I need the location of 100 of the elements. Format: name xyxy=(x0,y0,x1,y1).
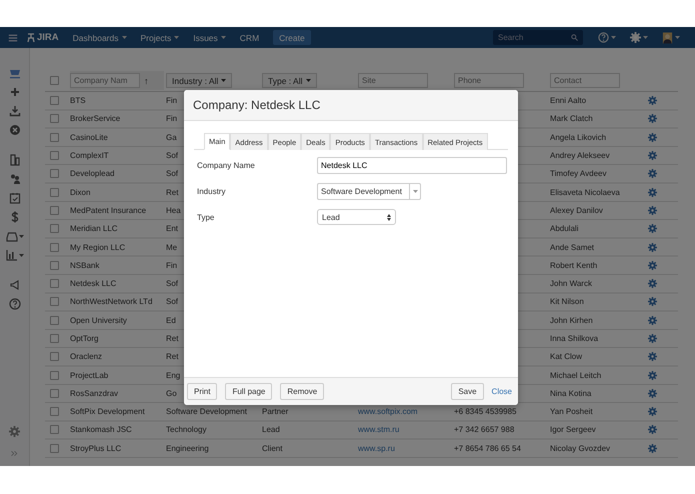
gear-icon[interactable] xyxy=(648,279,657,288)
company-name[interactable]: Dixon xyxy=(70,188,90,197)
cart-icon[interactable] xyxy=(8,67,20,79)
row-checkbox[interactable] xyxy=(50,242,59,252)
row-checkbox[interactable] xyxy=(50,224,59,234)
company-name[interactable]: OptTorg xyxy=(70,334,98,343)
gear-icon[interactable] xyxy=(648,96,657,106)
gear-icon[interactable] xyxy=(648,297,657,306)
row-checkbox[interactable] xyxy=(50,96,59,106)
remove-icon[interactable] xyxy=(8,124,20,136)
company-name-filter[interactable]: Company Nam xyxy=(70,73,140,88)
company-name[interactable]: ProjectLab xyxy=(70,370,108,380)
calendar-icon[interactable] xyxy=(8,192,20,204)
create-button[interactable]: Create xyxy=(273,30,311,45)
company-name[interactable]: StroyPlus LLC xyxy=(70,444,122,453)
nav-menu-item[interactable]: Dashboards xyxy=(72,32,126,42)
close-link[interactable]: Close xyxy=(492,387,512,396)
company-name[interactable]: BrokerService xyxy=(70,114,120,124)
dollar-icon[interactable] xyxy=(8,211,20,223)
type-select[interactable]: Lead xyxy=(317,209,396,225)
company-name[interactable]: Open University xyxy=(70,316,127,325)
tray-icon[interactable] xyxy=(6,230,18,242)
company-name[interactable]: Meridian LLC xyxy=(70,224,118,234)
menu-icon[interactable] xyxy=(8,32,18,42)
row-checkbox[interactable] xyxy=(50,151,59,160)
row-checkbox[interactable] xyxy=(50,444,59,453)
row-checkbox[interactable] xyxy=(50,370,59,380)
row-checkbox[interactable] xyxy=(50,132,59,142)
gear-icon[interactable] xyxy=(648,169,657,178)
company-name[interactable]: Stankomash JSC xyxy=(70,425,132,434)
filter-dropdown[interactable]: Industry : All xyxy=(166,73,232,88)
row-checkbox[interactable] xyxy=(50,407,59,416)
gear-icon[interactable] xyxy=(648,334,657,343)
nav-menu-item[interactable]: Issues xyxy=(193,32,226,42)
save-button[interactable]: Save xyxy=(451,383,484,400)
filter-field[interactable]: Site xyxy=(358,73,428,88)
company-name[interactable]: RosSanzdrav xyxy=(70,388,118,398)
select-all-checkbox[interactable] xyxy=(50,76,59,85)
gear-icon[interactable] xyxy=(648,114,657,124)
plus-icon[interactable] xyxy=(8,86,20,98)
row-checkbox[interactable] xyxy=(50,334,59,343)
row-checkbox[interactable] xyxy=(50,388,59,398)
industry-combobox[interactable]: Software Development xyxy=(317,183,421,200)
help-icon[interactable] xyxy=(8,298,20,310)
bar-chart-icon[interactable] xyxy=(6,249,18,261)
company-name[interactable]: NorthWestNetwork LTd xyxy=(70,297,152,306)
people-icon[interactable] xyxy=(8,173,20,185)
gear-icon[interactable] xyxy=(648,370,657,380)
gear-icon[interactable] xyxy=(648,151,657,160)
company-name-field[interactable]: Netdesk LLC xyxy=(317,157,507,174)
row-checkbox[interactable] xyxy=(50,279,59,288)
site-link[interactable]: www.sp.ru xyxy=(358,444,395,453)
building-icon[interactable] xyxy=(8,154,20,166)
company-name[interactable]: BTS xyxy=(70,96,86,106)
company-name[interactable]: NSBank xyxy=(70,260,100,270)
row-checkbox[interactable] xyxy=(50,297,59,306)
sort-arrow[interactable]: ↑ xyxy=(144,76,148,86)
gear-icon[interactable] xyxy=(648,188,657,197)
gear-icon[interactable] xyxy=(648,425,657,434)
nav-menu-item[interactable]: CRM xyxy=(240,32,260,42)
gear-icon[interactable] xyxy=(648,242,657,252)
company-name[interactable]: My Region LLC xyxy=(70,242,126,252)
gear-icon[interactable] xyxy=(648,260,657,270)
dialog-button[interactable]: Remove xyxy=(280,383,324,400)
dialog-button[interactable]: Print xyxy=(187,383,218,400)
settings-icon[interactable] xyxy=(630,32,641,43)
company-name[interactable]: ComplexIT xyxy=(70,151,109,160)
row-checkbox[interactable] xyxy=(50,316,59,325)
dialog-button[interactable]: Full page xyxy=(225,383,272,400)
search-field[interactable]: Search xyxy=(493,30,583,45)
nav-menu-item[interactable]: Projects xyxy=(140,32,180,42)
company-name[interactable]: CasinoLite xyxy=(70,132,108,142)
row-checkbox[interactable] xyxy=(50,352,59,362)
settings-icon[interactable] xyxy=(9,426,20,437)
gear-icon[interactable] xyxy=(648,206,657,215)
filter-dropdown[interactable]: Type : All xyxy=(262,73,316,88)
row-checkbox[interactable] xyxy=(50,169,59,178)
gear-icon[interactable] xyxy=(648,407,657,416)
filter-field[interactable]: Phone xyxy=(454,73,524,88)
site-link[interactable]: www.stm.ru xyxy=(358,425,400,434)
gear-icon[interactable] xyxy=(648,132,657,142)
row-checkbox[interactable] xyxy=(50,114,59,124)
gear-icon[interactable] xyxy=(648,224,657,234)
avatar-icon[interactable] xyxy=(662,32,673,44)
expand-icon[interactable] xyxy=(10,449,19,458)
row-checkbox[interactable] xyxy=(50,188,59,197)
download-icon[interactable] xyxy=(8,105,20,117)
company-name[interactable]: Oraclenz xyxy=(70,352,102,362)
jira-logo[interactable]: JIRA xyxy=(37,32,59,43)
row-checkbox[interactable] xyxy=(50,260,59,270)
row-checkbox[interactable] xyxy=(50,425,59,434)
filter-field[interactable]: Contact xyxy=(550,73,620,88)
gear-icon[interactable] xyxy=(648,352,657,362)
company-name[interactable]: SoftPix Development xyxy=(70,407,145,416)
site-link[interactable]: www.softpix.com xyxy=(358,407,418,416)
company-name[interactable]: Developlead xyxy=(70,169,114,178)
company-name[interactable]: Netdesk LLC xyxy=(70,279,116,288)
gear-icon[interactable] xyxy=(648,388,657,398)
gear-icon[interactable] xyxy=(648,444,657,453)
company-name[interactable]: MedPatent Insurance xyxy=(70,206,146,215)
